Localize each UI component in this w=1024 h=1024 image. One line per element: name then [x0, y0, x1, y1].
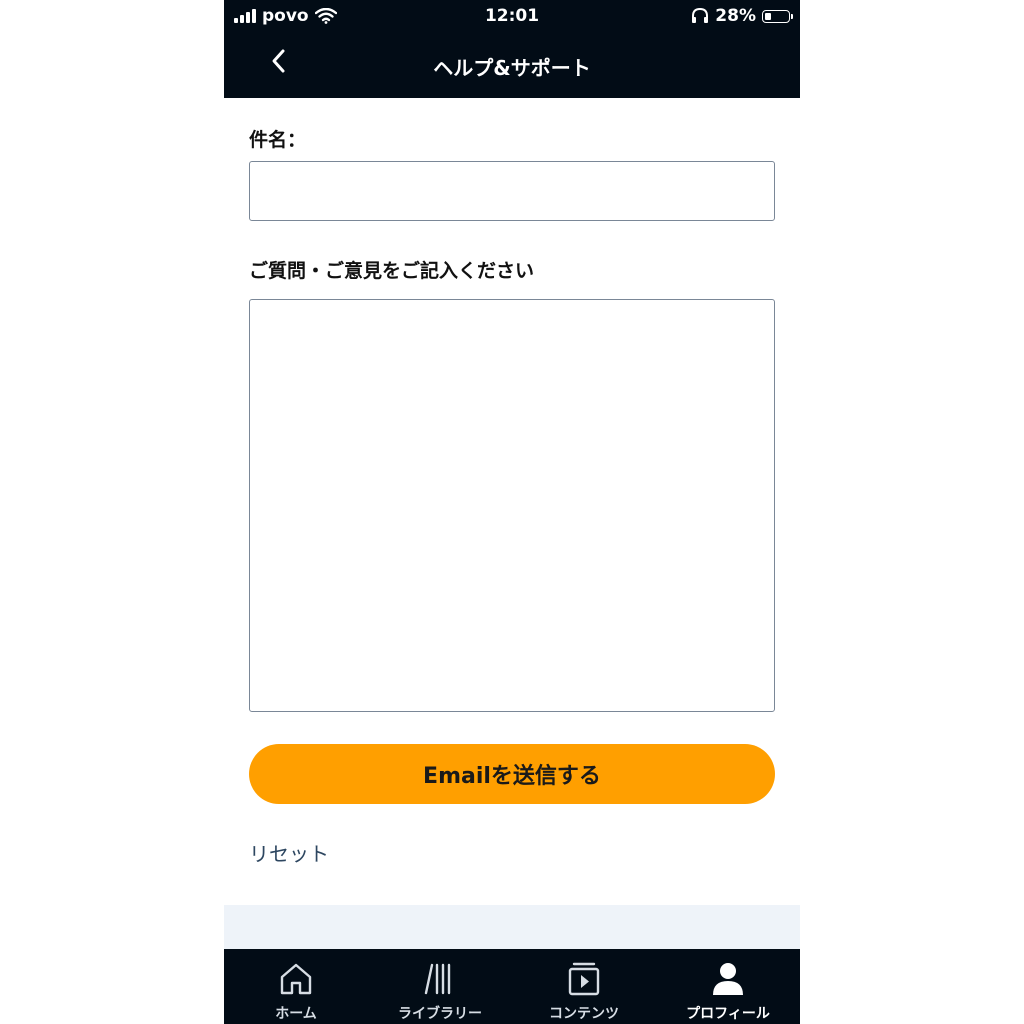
headphones-icon — [692, 8, 709, 23]
battery-level — [765, 12, 771, 20]
phone-screen: povo 12:01 28% ヘルプ&サポート 件名： ご質問・ご意見をご記入く… — [224, 0, 800, 1024]
tab-home[interactable]: ホーム — [224, 949, 368, 1024]
battery-icon — [762, 9, 793, 23]
message-textarea[interactable] — [249, 299, 775, 712]
tab-library[interactable]: ライブラリー — [368, 949, 512, 1024]
content-bottom-strip — [224, 905, 800, 949]
reset-link[interactable]: リセット — [249, 838, 329, 867]
tab-bar: ホーム ライブラリー コンテンツ プロフィール — [224, 949, 800, 1024]
tab-profile[interactable]: プロフィール — [656, 949, 800, 1024]
tab-label: ライブラリー — [398, 1006, 482, 1022]
profile-icon — [713, 963, 743, 995]
status-bar: povo 12:01 28% — [224, 0, 800, 32]
tab-label: ホーム — [275, 1006, 317, 1022]
subject-label: 件名： — [249, 129, 307, 151]
tab-label: コンテンツ — [549, 1006, 619, 1022]
nav-header: ヘルプ&サポート — [224, 32, 800, 98]
tab-label: プロフィール — [686, 1006, 770, 1022]
play-icon — [568, 962, 600, 996]
subject-input[interactable] — [249, 161, 775, 221]
battery-percent: 28% — [715, 6, 756, 26]
message-label: ご質問・ご意見をご記入ください — [249, 260, 535, 282]
page-title: ヘルプ&サポート — [433, 56, 591, 80]
home-icon — [280, 963, 312, 995]
send-email-button[interactable]: Emailを送信する — [249, 744, 775, 804]
tab-contents[interactable]: コンテンツ — [512, 949, 656, 1024]
status-right: 28% — [691, 6, 793, 26]
library-icon — [424, 963, 451, 995]
